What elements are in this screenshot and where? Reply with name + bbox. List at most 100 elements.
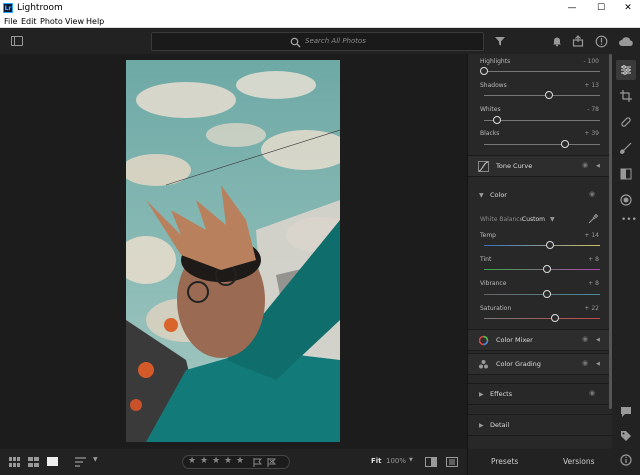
saturation-value[interactable]: + 22 (569, 305, 599, 312)
collapse-arrow-icon[interactable]: ◀ (596, 361, 600, 367)
versions-tab[interactable]: Versions (563, 457, 595, 466)
share-icon[interactable] (572, 35, 584, 47)
whites-slider[interactable] (484, 120, 600, 121)
search-input[interactable]: Search All Photos (151, 32, 484, 51)
lightroom-logo-icon: Lr (3, 3, 13, 13)
star-icon[interactable]: ★ (200, 456, 208, 466)
menu-edit[interactable]: Edit (21, 17, 37, 26)
eye-icon[interactable]: ◉ (582, 161, 588, 169)
temp-slider[interactable] (484, 245, 600, 246)
tone-curve-label: Tone Curve (496, 162, 533, 170)
tint-label: Tint (480, 256, 492, 263)
collapse-arrow-icon[interactable]: ◀ (596, 337, 600, 343)
eye-icon[interactable]: ◉ (582, 359, 588, 367)
compare-icon[interactable] (425, 457, 437, 467)
eye-icon[interactable]: ◉ (589, 389, 595, 397)
white-balance-dropdown[interactable]: Custom (522, 216, 545, 223)
radial-gradient-icon[interactable] (620, 194, 632, 206)
flag-icon[interactable] (253, 458, 262, 467)
brush-icon[interactable] (620, 142, 632, 154)
reject-flag-icon[interactable] (267, 458, 276, 467)
vibrance-value[interactable]: + 8 (569, 280, 599, 287)
sliders-icon (621, 65, 631, 75)
chevron-down-icon[interactable]: ▼ (409, 457, 413, 463)
temp-knob[interactable] (546, 241, 555, 249)
panel-toggle-icon[interactable] (11, 36, 23, 46)
blacks-knob[interactable] (561, 140, 570, 148)
menu-file[interactable]: File (4, 17, 17, 26)
cloud-icon[interactable] (618, 36, 634, 47)
saturation-slider[interactable] (484, 318, 600, 319)
bell-icon[interactable] (551, 35, 563, 47)
menu-view[interactable]: View (65, 17, 84, 26)
linear-gradient-icon[interactable] (620, 168, 632, 180)
tint-slider[interactable] (484, 269, 600, 270)
star-icon[interactable]: ★ (188, 456, 196, 466)
menu-photo[interactable]: Photo (40, 17, 63, 26)
zoom-level[interactable]: 100% (386, 457, 406, 465)
chevron-down-icon[interactable]: ▼ (93, 456, 98, 463)
vibrance-slider[interactable] (484, 294, 600, 295)
chevron-down-icon: ▼ (479, 192, 484, 199)
vibrance-label: Vibrance (480, 280, 507, 287)
tint-value[interactable]: + 8 (569, 256, 599, 263)
color-mixer-section[interactable]: Color Mixer ◉ ◀ (468, 329, 612, 351)
photo-image[interactable] (126, 60, 340, 442)
close-button[interactable]: ✕ (618, 2, 638, 14)
maximize-button[interactable]: ☐ (591, 2, 611, 14)
presets-tab[interactable]: Presets (491, 457, 518, 466)
square-grid-icon[interactable] (28, 457, 39, 467)
filter-icon[interactable] (494, 35, 506, 47)
before-after-icon[interactable] (446, 457, 458, 467)
temp-value[interactable]: + 14 (569, 232, 599, 239)
info-icon[interactable] (595, 35, 608, 48)
sort-icon[interactable] (75, 457, 86, 467)
single-view-icon[interactable] (47, 457, 58, 466)
fit-button[interactable]: Fit (371, 457, 382, 465)
highlights-value[interactable]: - 100 (569, 58, 599, 65)
shadows-knob[interactable] (544, 91, 553, 99)
vibrance-knob[interactable] (542, 290, 551, 298)
edit-tool-active[interactable] (616, 60, 636, 80)
saturation-label: Saturation (480, 305, 512, 312)
star-rating[interactable]: ★ ★ ★ ★ ★ (182, 455, 290, 469)
shadows-slider[interactable] (484, 95, 600, 96)
detail-section[interactable]: ▶ Detail (468, 414, 612, 436)
grid-view-icon[interactable] (9, 457, 20, 467)
comment-icon[interactable] (620, 406, 632, 418)
eye-icon[interactable]: ◉ (589, 190, 595, 198)
blacks-slider[interactable] (484, 144, 600, 145)
chevron-right-icon: ▶ (479, 391, 484, 398)
whites-knob[interactable] (492, 116, 501, 124)
star-icon[interactable]: ★ (224, 456, 232, 466)
chevron-down-icon[interactable]: ▼ (550, 216, 555, 223)
healing-brush-icon[interactable] (620, 116, 632, 128)
more-icon[interactable]: ••• (621, 215, 637, 225)
crop-icon[interactable] (620, 90, 632, 102)
minimize-button[interactable]: — (562, 2, 582, 14)
blacks-value[interactable]: + 39 (569, 130, 599, 137)
color-mixer-label: Color Mixer (496, 336, 533, 344)
collapse-arrow-icon[interactable]: ◀ (596, 163, 600, 169)
eye-icon[interactable]: ◉ (582, 335, 588, 343)
tag-icon[interactable] (620, 430, 632, 442)
chevron-right-icon: ▶ (479, 422, 484, 429)
star-icon[interactable]: ★ (212, 456, 220, 466)
bottom-toolbar: ▼ ★ ★ ★ ★ ★ Fit 100% ▼ (0, 449, 467, 475)
menu-help[interactable]: Help (86, 17, 104, 26)
temp-label: Temp (480, 232, 496, 239)
tone-curve-section[interactable]: Tone Curve ◉ ◀ (468, 155, 612, 177)
blacks-label: Blacks (480, 130, 500, 137)
eyedropper-icon[interactable] (588, 214, 598, 224)
whites-value[interactable]: - 78 (569, 106, 599, 113)
effects-section[interactable]: ▶ Effects ◉ (468, 383, 612, 405)
star-icon[interactable]: ★ (236, 456, 244, 466)
tint-knob[interactable] (542, 265, 551, 273)
color-grading-section[interactable]: Color Grading ◉ ◀ (468, 353, 612, 375)
highlights-slider[interactable] (484, 71, 600, 72)
shadows-value[interactable]: + 13 (569, 82, 599, 89)
color-section-header[interactable]: ▼ Color ◉ (468, 185, 612, 207)
highlights-knob[interactable] (480, 67, 488, 75)
info-panel-icon[interactable] (620, 454, 632, 466)
saturation-knob[interactable] (550, 314, 559, 322)
